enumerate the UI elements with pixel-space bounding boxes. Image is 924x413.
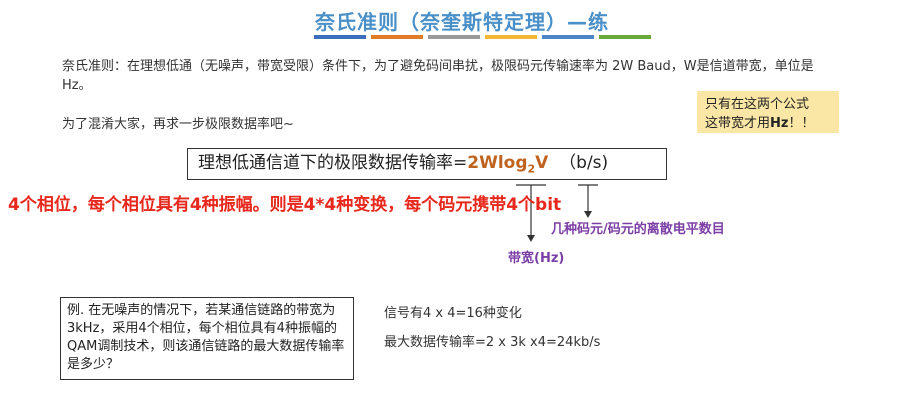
example-question-box: 例. 在无噪声的情况下，若某通信链路的带宽为3kHz，采用4个相位，每个相位具有…: [60, 297, 354, 380]
answer-line-1: 信号有4 x 4=16种变化: [384, 306, 522, 321]
bandwidth-label: 带宽(Hz): [508, 251, 565, 266]
answer-line-2: 最大数据传输率=2 x 3k x4=24kb/s: [384, 335, 601, 350]
levels-arrowhead: [584, 211, 592, 218]
levels-label: 几种码元/码元的离散电平数目: [551, 222, 725, 237]
bandwidth-arrowhead: [527, 235, 535, 242]
red-annotation: 4个相位，每个相位具有4种振幅。则是4*4种变换，每个码元携带4个bit: [8, 195, 562, 215]
